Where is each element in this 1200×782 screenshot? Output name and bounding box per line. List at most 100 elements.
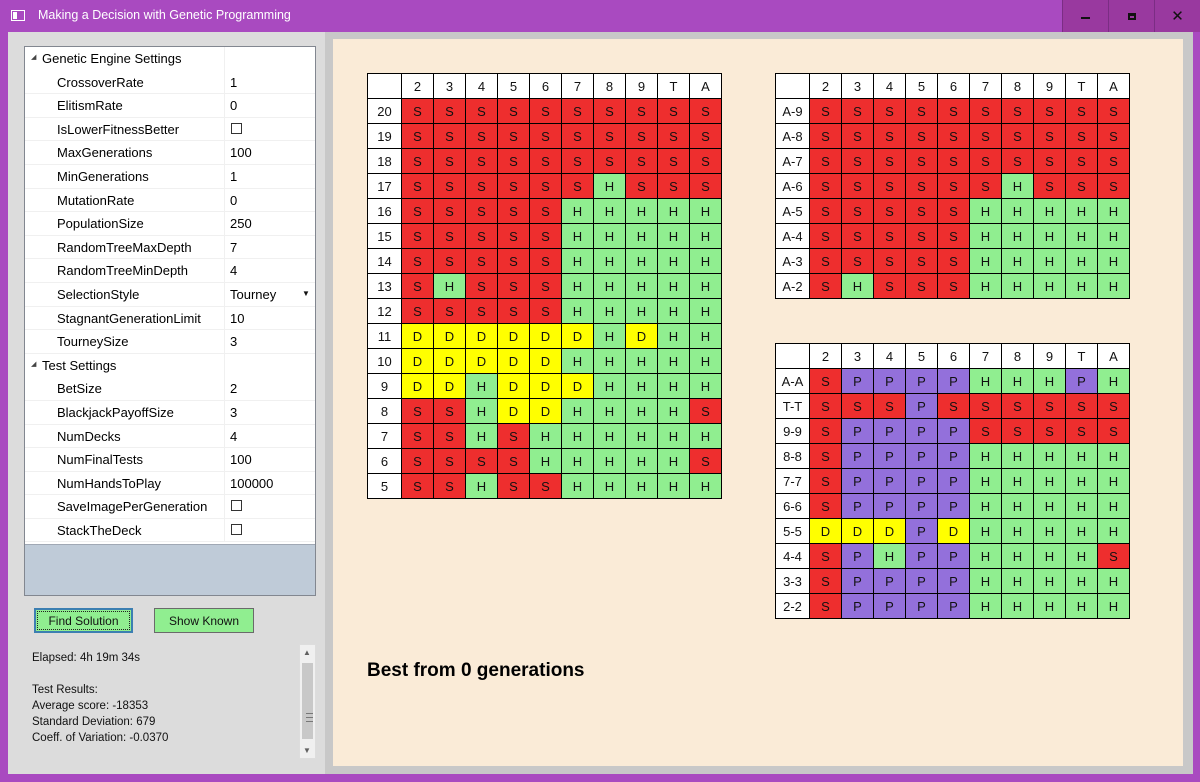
action-cell: H — [1097, 593, 1130, 619]
action-cell: H — [689, 323, 722, 349]
scroll-down-icon[interactable]: ▼ — [303, 746, 311, 755]
property-value[interactable]: 1 — [230, 75, 237, 90]
property-value[interactable]: 100 — [230, 145, 252, 160]
property-row[interactable]: PopulationSize 250 — [25, 212, 315, 236]
dropdown-arrow-icon[interactable]: ▼ — [302, 289, 310, 298]
action-cell: H — [465, 373, 498, 399]
action-cell: S — [841, 248, 874, 274]
dealer-card-header: A — [689, 73, 722, 99]
property-value[interactable]: 4 — [230, 429, 237, 444]
action-cell: P — [841, 568, 874, 594]
action-cell: P — [937, 443, 970, 469]
hand-label: 13 — [367, 273, 402, 299]
property-value[interactable]: 0 — [230, 98, 237, 113]
scroll-up-icon[interactable]: ▲ — [303, 648, 311, 657]
action-cell: S — [1065, 418, 1098, 444]
minimize-button[interactable] — [1062, 0, 1108, 32]
action-cell: S — [809, 148, 842, 174]
show-known-button[interactable]: Show Known — [154, 608, 254, 633]
property-value[interactable]: 2 — [230, 381, 237, 396]
action-cell: D — [561, 373, 594, 399]
property-row[interactable]: NumHandsToPlay 100000 — [25, 471, 315, 496]
property-checkbox[interactable] — [231, 122, 242, 134]
action-cell: H — [1065, 543, 1098, 569]
action-cell: P — [841, 493, 874, 519]
property-row[interactable]: NumFinalTests 100 — [25, 448, 315, 472]
action-cell: S — [809, 543, 842, 569]
property-value[interactable]: 7 — [230, 240, 237, 255]
results-scrollbar[interactable]: ▲ ▼ — [299, 644, 316, 759]
property-name: NumDecks — [57, 428, 121, 444]
category-header[interactable]: ◢ Genetic Engine Settings — [25, 47, 315, 71]
property-row[interactable]: ElitismRate 0 — [25, 94, 315, 118]
action-cell: S — [401, 448, 434, 474]
action-cell: S — [809, 173, 842, 199]
property-value[interactable]: 1 — [230, 169, 237, 184]
scroll-thumb[interactable] — [302, 663, 313, 739]
action-cell: P — [905, 443, 938, 469]
strategy-display: 2 3 4 5 6 7 8 9 T A 20 S S S S S S S S S S 19 S S S S S S S S S S 18 S S S S… — [333, 39, 1183, 766]
action-cell: H — [689, 298, 722, 324]
property-row[interactable]: SaveImagePerGeneration — [25, 495, 315, 519]
close-button[interactable]: ✕ — [1154, 0, 1200, 32]
property-grid[interactable]: ◢ Genetic Engine Settings CrossoverRate 1 El… — [24, 46, 316, 596]
hand-label: 14 — [367, 248, 402, 274]
action-cell: S — [937, 98, 970, 124]
action-cell: S — [433, 198, 466, 224]
action-cell: H — [1001, 443, 1034, 469]
property-value[interactable]: 10 — [230, 311, 244, 326]
property-value[interactable]: 3 — [230, 405, 237, 420]
action-cell: S — [809, 493, 842, 519]
collapse-triangle-icon[interactable]: ◢ — [31, 53, 36, 61]
property-name: BetSize — [57, 381, 102, 397]
table-row: A-A S P P P P H H H P H — [775, 368, 1130, 394]
category-header[interactable]: ◢ Test Settings — [25, 353, 315, 378]
property-value[interactable]: 100 — [230, 452, 252, 467]
property-value[interactable]: Tourney — [230, 287, 276, 302]
action-cell: S — [1097, 98, 1130, 124]
property-row[interactable]: MaxGenerations 100 — [25, 141, 315, 165]
property-checkbox[interactable] — [231, 523, 242, 535]
property-row[interactable]: RandomTreeMinDepth 4 — [25, 259, 315, 283]
action-cell: H — [1097, 273, 1130, 299]
property-value[interactable]: 3 — [230, 334, 237, 349]
action-cell: H — [625, 348, 658, 374]
action-cell: H — [465, 423, 498, 449]
action-cell: H — [689, 198, 722, 224]
action-cell: S — [969, 418, 1002, 444]
find-solution-button[interactable]: Find Solution — [34, 608, 133, 633]
property-row[interactable]: CrossoverRate 1 — [25, 70, 315, 95]
property-row[interactable]: TourneySize 3 — [25, 330, 315, 354]
property-row[interactable]: SelectionStyle Tourney ▼ — [25, 282, 315, 307]
action-cell: H — [1001, 173, 1034, 199]
property-row[interactable]: MutationRate 0 — [25, 188, 315, 213]
property-checkbox[interactable] — [231, 500, 242, 512]
table-header-row: 23456789TA — [775, 343, 1130, 369]
collapse-triangle-icon[interactable]: ◢ — [31, 360, 36, 368]
table-row: 18 S S S S S S S S S S — [367, 148, 722, 174]
property-row[interactable]: NumDecks 4 — [25, 424, 315, 449]
action-cell: P — [937, 593, 970, 619]
property-row[interactable]: RandomTreeMaxDepth 7 — [25, 235, 315, 260]
property-row[interactable]: MinGenerations 1 — [25, 164, 315, 189]
property-value[interactable]: 4 — [230, 263, 237, 278]
property-value[interactable]: 100000 — [230, 476, 273, 491]
property-row[interactable]: IsLowerFitnessBetter — [25, 117, 315, 142]
property-value[interactable]: 0 — [230, 193, 237, 208]
property-row[interactable]: BetSize 2 — [25, 377, 315, 401]
action-cell: H — [593, 448, 626, 474]
action-cell: S — [1001, 418, 1034, 444]
maximize-button[interactable] — [1108, 0, 1154, 32]
action-cell: S — [905, 248, 938, 274]
property-row[interactable]: BlackjackPayoffSize 3 — [25, 400, 315, 425]
property-row[interactable]: StackTheDeck — [25, 518, 315, 543]
hand-label: A-7 — [775, 148, 810, 174]
action-cell: H — [689, 423, 722, 449]
property-value[interactable]: 250 — [230, 216, 252, 231]
dealer-card-header: 5 — [905, 73, 938, 99]
action-cell: H — [1001, 593, 1034, 619]
property-row[interactable]: StagnantGenerationLimit 10 — [25, 306, 315, 331]
action-cell: S — [401, 223, 434, 249]
action-cell: H — [689, 273, 722, 299]
action-cell: S — [561, 173, 594, 199]
